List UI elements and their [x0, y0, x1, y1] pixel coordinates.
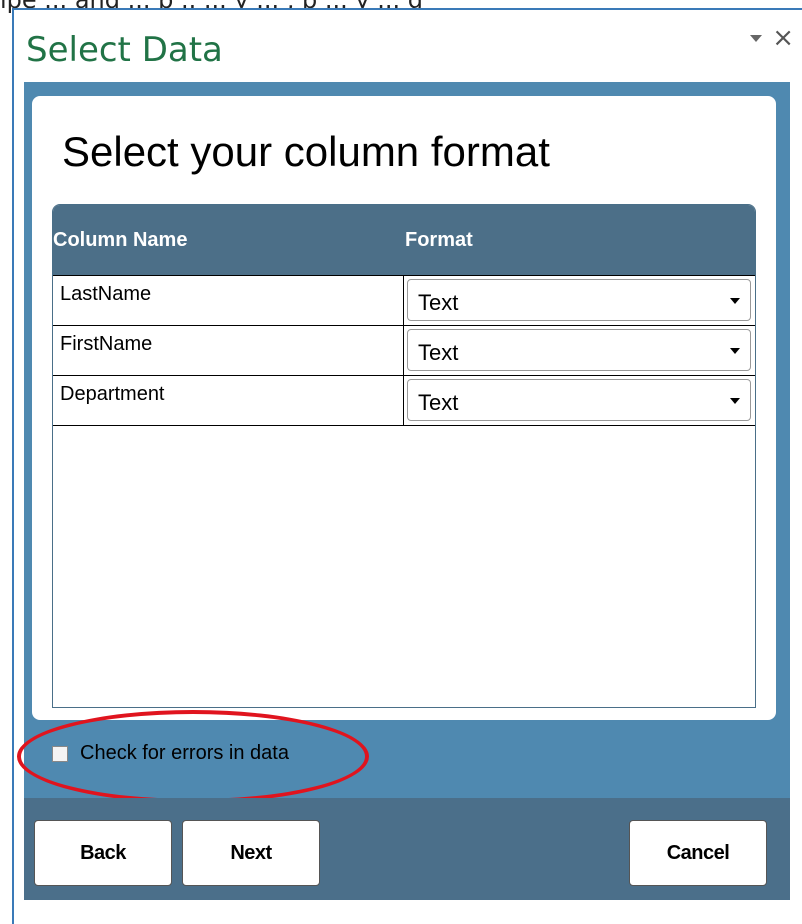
highlight-ellipse: [17, 710, 369, 803]
format-select[interactable]: Text: [407, 279, 751, 321]
format-value: Text: [418, 340, 459, 365]
format-header: Format: [405, 229, 473, 251]
dropdown-icon[interactable]: [750, 34, 763, 42]
format-select[interactable]: Text: [407, 329, 751, 371]
cancel-button[interactable]: Cancel: [629, 820, 767, 886]
select-arrow-icon: [730, 348, 740, 354]
format-value: Text: [418, 390, 459, 415]
table-row: Department Text: [53, 375, 755, 425]
select-arrow-icon: [730, 298, 740, 304]
next-button[interactable]: Next: [182, 820, 320, 886]
select-arrow-icon: [730, 398, 740, 404]
pane-title: Select Data: [26, 30, 223, 70]
table-row: FirstName Text: [53, 325, 755, 375]
table-row: LastName Text: [53, 275, 755, 325]
page-heading: Select your column format: [62, 128, 550, 175]
column-name-header: Column Name: [53, 229, 188, 251]
column-name-cell: Department: [53, 376, 404, 425]
pane-controls: ×: [750, 25, 794, 51]
column-name-cell: FirstName: [53, 326, 404, 375]
column-name-cell: LastName: [53, 276, 404, 325]
back-button[interactable]: Back: [34, 820, 172, 886]
format-select[interactable]: Text: [407, 379, 751, 421]
format-value: Text: [418, 290, 459, 315]
table-divider: [53, 425, 755, 426]
column-format-table: Column Name Format LastName Text FirstNa…: [52, 204, 756, 708]
close-icon[interactable]: ×: [772, 25, 794, 51]
table-header: Column Name Format: [53, 205, 755, 275]
